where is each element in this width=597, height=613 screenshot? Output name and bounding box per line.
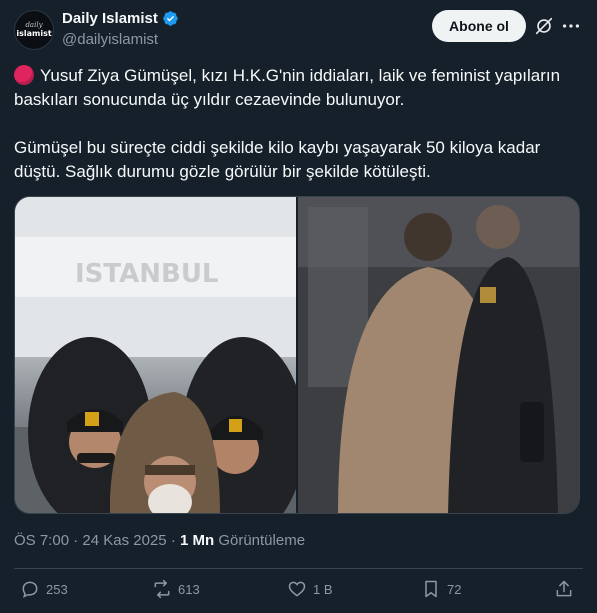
follow-button[interactable]: Abone ol: [432, 10, 526, 42]
photo-2-illustration: [298, 197, 579, 513]
meta-separator: ·: [73, 532, 79, 549]
repost-icon: [154, 579, 170, 599]
views-count: 1 Mn: [179, 532, 215, 549]
divider: [14, 568, 583, 569]
tweet-text: Yusuf Ziya Gümüşel, kızı H.K.G'nin iddia…: [14, 64, 584, 184]
tweet-actions: 253 613 1 B 72: [0, 575, 597, 609]
svg-text:ISTANBUL: ISTANBUL: [75, 259, 219, 289]
tweet-date[interactable]: 24 Kas 2025: [82, 532, 166, 549]
views-label: Görüntüleme: [218, 532, 306, 549]
grok-icon[interactable]: [533, 15, 555, 37]
tweet-paragraph-1-text: Yusuf Ziya Gümüşel, kızı H.K.G'nin iddia…: [14, 66, 561, 109]
reply-icon: [22, 581, 38, 598]
reply-button[interactable]: 253: [20, 579, 68, 599]
repost-button[interactable]: 613: [152, 579, 200, 599]
share-icon: [556, 580, 572, 597]
bookmark-count: 72: [447, 581, 462, 597]
avatar-text-islamist: islamist: [16, 29, 52, 38]
avatar[interactable]: daily islamist: [14, 10, 54, 50]
author-display-name[interactable]: Daily Islamist: [62, 10, 158, 27]
share-button[interactable]: [554, 579, 574, 599]
tweet-paragraph-1: Yusuf Ziya Gümüşel, kızı H.K.G'nin iddia…: [14, 64, 584, 112]
repost-count: 613: [178, 581, 200, 597]
heart-icon: [288, 581, 306, 597]
meta-separator-2: ·: [170, 532, 176, 549]
like-button[interactable]: 1 B: [287, 579, 333, 599]
bookmark-button[interactable]: 72: [421, 579, 461, 599]
author-name-row: Daily Islamist: [62, 10, 179, 27]
tweet-meta: ÖS 7:00 · 24 Kas 2025 · 1 Mn Görüntüleme: [14, 532, 305, 549]
tweet-time[interactable]: ÖS 7:00: [14, 532, 69, 549]
author-handle[interactable]: @dailyislamist: [62, 31, 158, 48]
avatar-text-daily: daily: [25, 21, 43, 29]
more-horizontal-icon[interactable]: [560, 15, 582, 37]
verified-badge-icon[interactable]: [162, 10, 179, 27]
bookmark-icon: [425, 580, 437, 598]
tweet-card: daily islamist Daily Islamist @dailyisla…: [0, 0, 597, 613]
like-count: 1 B: [313, 581, 333, 597]
photo-1-illustration: ISTANBUL: [15, 197, 296, 513]
media-photo-1[interactable]: ISTANBUL: [15, 197, 296, 513]
media-photo-2[interactable]: [298, 197, 579, 513]
tweet-paragraph-2: Gümüşel bu süreçte ciddi şekilde kilo ka…: [14, 138, 541, 181]
reply-count: 253: [46, 581, 68, 597]
tweet-media[interactable]: ISTANBUL: [14, 196, 580, 514]
red-circle-emoji-icon: [14, 65, 34, 85]
